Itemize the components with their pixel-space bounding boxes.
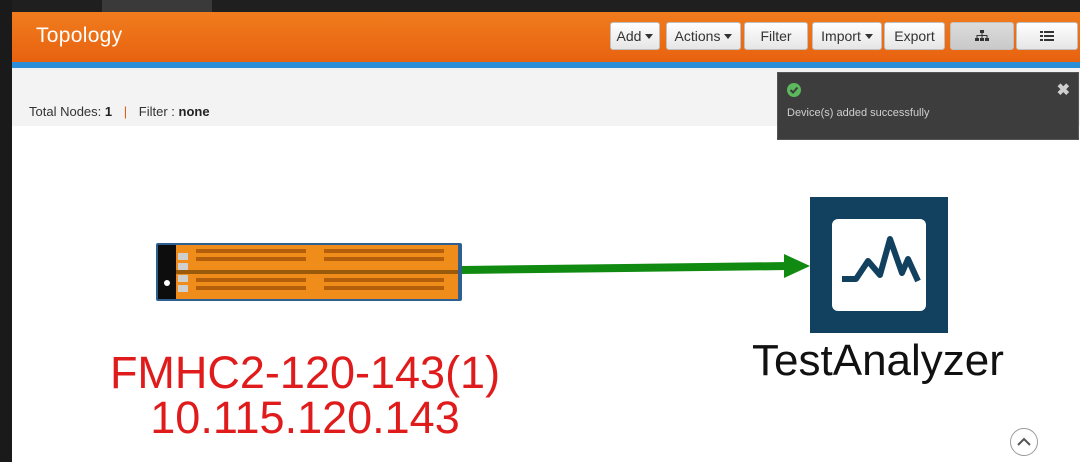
topology-view-button[interactable] xyxy=(950,22,1014,50)
chevron-down-icon xyxy=(864,33,873,39)
add-button-label: Add xyxy=(616,28,642,44)
import-button-label: Import xyxy=(821,28,861,44)
filter-button[interactable]: Filter xyxy=(744,22,808,50)
browser-tab-fragment xyxy=(102,0,212,12)
browser-top-strip xyxy=(12,0,1080,12)
device-ip: 10.115.120.143 xyxy=(150,392,460,443)
info-separator: | xyxy=(123,104,128,119)
device-name: FMHC2-120-143(1) xyxy=(109,347,501,398)
page-title: Topology xyxy=(36,24,123,47)
app-window: Topology Add Actions Filter Import Expor… xyxy=(0,0,1080,462)
total-nodes-value: 1 xyxy=(104,104,113,119)
list-view-button[interactable] xyxy=(1016,22,1078,50)
close-icon[interactable]: ✖ xyxy=(1057,80,1070,100)
test-analyzer-icon[interactable] xyxy=(810,197,948,333)
left-edge-bar xyxy=(0,0,12,462)
add-button[interactable]: Add xyxy=(610,22,660,50)
filter-value: none xyxy=(178,104,210,119)
notification-toast: ✖ Device(s) added successfully xyxy=(777,72,1079,140)
actions-button[interactable]: Actions xyxy=(666,22,741,50)
export-button-label: Export xyxy=(894,28,935,44)
hierarchy-icon xyxy=(975,30,989,41)
export-button[interactable]: Export xyxy=(884,22,945,50)
scroll-up-button[interactable] xyxy=(1010,428,1038,456)
import-button[interactable]: Import xyxy=(812,22,882,50)
total-nodes-label: Total Nodes: xyxy=(29,104,102,119)
list-icon xyxy=(1040,31,1054,41)
analyzer-label: TestAnalyzer xyxy=(752,336,1004,385)
topology-header: Topology Add Actions Filter Import Expor… xyxy=(12,12,1080,62)
node-summary: Total Nodes: 1 | Filter : none xyxy=(29,104,210,119)
actions-button-label: Actions xyxy=(674,28,721,44)
device-node[interactable] xyxy=(156,243,462,301)
chevron-down-icon xyxy=(645,33,654,39)
link-arrow[interactable] xyxy=(460,252,812,282)
chevron-up-icon xyxy=(1017,437,1031,446)
toast-message: Device(s) added successfully xyxy=(787,107,930,119)
check-circle-icon xyxy=(787,83,801,97)
filter-label: Filter : xyxy=(138,104,175,119)
device-label: FMHC2-120-143(1) 10.115.120.143 xyxy=(60,350,550,440)
chevron-down-icon xyxy=(724,33,733,39)
filter-button-label: Filter xyxy=(760,28,792,44)
